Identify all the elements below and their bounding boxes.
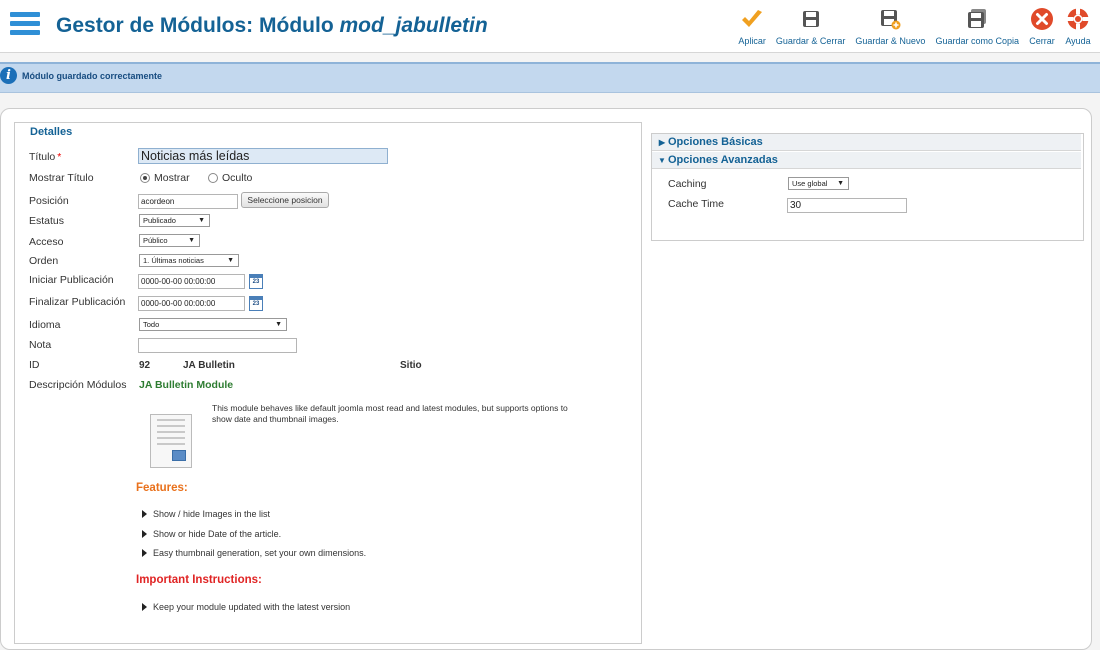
feature-item: Easy thumbnail generation, set your own … xyxy=(142,548,366,558)
posicion-input[interactable]: acordeon xyxy=(138,194,238,209)
id-label: ID xyxy=(29,359,40,371)
module-type-name: JA Bulletin xyxy=(183,360,235,371)
close-icon xyxy=(1029,6,1055,32)
acceso-select[interactable]: Público ▼ xyxy=(139,234,200,247)
finalizar-publicacion-label: Finalizar Publicación xyxy=(29,296,126,308)
dropdown-arrow-icon: ▼ xyxy=(275,321,282,328)
module-document-icon xyxy=(150,414,192,468)
posicion-label: Posición xyxy=(29,195,69,207)
nota-label: Nota xyxy=(29,339,52,351)
iniciar-publicacion-input[interactable]: 0000-00-00 00:00:00 xyxy=(138,274,245,289)
bullet-arrow-icon xyxy=(142,549,147,557)
module-manager-icon xyxy=(10,12,40,38)
description-text-1: This module behaves like default joomla … xyxy=(212,403,568,413)
save-close-button[interactable]: Guardar & Cerrar xyxy=(771,6,851,46)
instructions-heading: Important Instructions: xyxy=(136,574,262,586)
dropdown-arrow-icon: ▼ xyxy=(227,257,234,264)
seleccione-posicion-button[interactable]: Seleccione posicion xyxy=(241,192,329,208)
caching-label: Caching xyxy=(668,178,707,190)
client-site: Sitio xyxy=(400,360,422,371)
feature-item: Show or hide Date of the article. xyxy=(142,529,281,539)
apply-button[interactable]: Aplicar xyxy=(733,6,771,46)
page-title: Gestor de Módulos: Módulo mod_jabulletin xyxy=(56,14,488,37)
dropdown-arrow-icon: ▼ xyxy=(837,180,844,187)
descripcion-label: Descripción Módulos xyxy=(29,379,127,391)
save-new-button[interactable]: Guardar & Nuevo xyxy=(850,6,930,46)
page-header: Gestor de Módulos: Módulo mod_jabulletin… xyxy=(0,0,1100,53)
details-legend: Detalles xyxy=(28,126,75,138)
caching-select[interactable]: Use global ▼ xyxy=(788,177,849,190)
finalizar-publicacion-input[interactable]: 0000-00-00 00:00:00 xyxy=(138,296,245,311)
module-description-title: JA Bulletin Module xyxy=(139,379,234,391)
idioma-select[interactable]: Todo ▼ xyxy=(139,318,287,331)
save-copy-button[interactable]: Guardar como Copia xyxy=(930,6,1024,46)
feature-item: Show / hide Images in the list xyxy=(142,509,270,519)
nota-input[interactable] xyxy=(138,338,297,353)
chevron-right-icon: ▶ xyxy=(658,138,666,147)
dropdown-arrow-icon: ▼ xyxy=(188,237,195,244)
apply-check-icon xyxy=(739,6,765,32)
chevron-down-icon: ▼ xyxy=(658,156,666,165)
cache-time-label: Cache Time xyxy=(668,198,725,210)
toolbar: Aplicar Guardar & Cerrar Guardar & Nuevo… xyxy=(733,6,1096,46)
oculto-radio[interactable] xyxy=(208,173,218,183)
save-new-icon xyxy=(877,6,903,32)
message-text: Módulo guardado correctamente xyxy=(22,71,163,81)
help-button[interactable]: Ayuda xyxy=(1060,6,1096,46)
oculto-radio-label: Oculto xyxy=(222,172,253,184)
help-lifebuoy-icon xyxy=(1065,6,1091,32)
dropdown-arrow-icon: ▼ xyxy=(198,217,205,224)
orden-select[interactable]: 1. Últimas noticias ▼ xyxy=(139,254,239,267)
features-heading: Features: xyxy=(136,482,188,494)
id-value: 92 xyxy=(139,360,151,371)
message-bar: i Módulo guardado correctamente xyxy=(0,62,1100,93)
bullet-arrow-icon xyxy=(142,510,147,518)
titulo-input[interactable]: Noticias más leídas xyxy=(138,148,388,164)
opciones-basicas-header[interactable]: ▶ Opciones Básicas xyxy=(652,134,1081,151)
save-close-icon xyxy=(798,6,824,32)
mostrar-titulo-label: Mostrar Título xyxy=(29,172,94,184)
mostrar-radio-label: Mostrar xyxy=(154,172,190,184)
save-copy-icon xyxy=(964,6,990,32)
calendar-icon[interactable]: 23 xyxy=(249,296,263,311)
bullet-arrow-icon xyxy=(142,603,147,611)
orden-label: Orden xyxy=(29,255,59,267)
acceso-label: Acceso xyxy=(29,236,64,248)
estatus-select[interactable]: Publicado ▼ xyxy=(139,214,210,227)
mostrar-radio[interactable] xyxy=(140,173,150,183)
description-text-2: show date and thumbnail images. xyxy=(212,414,339,424)
idioma-label: Idioma xyxy=(29,319,61,331)
titulo-label: Título * xyxy=(29,151,62,163)
opciones-avanzadas-header[interactable]: ▼ Opciones Avanzadas xyxy=(652,152,1081,169)
calendar-icon[interactable]: 23 xyxy=(249,274,263,289)
estatus-label: Estatus xyxy=(29,215,65,227)
close-button[interactable]: Cerrar xyxy=(1024,6,1060,46)
cache-time-input[interactable]: 30 xyxy=(787,198,907,213)
bullet-arrow-icon xyxy=(142,530,147,538)
instruction-item: Keep your module updated with the latest… xyxy=(142,602,350,612)
iniciar-publicacion-label: Iniciar Publicación xyxy=(29,274,114,286)
info-icon: i xyxy=(0,67,17,84)
